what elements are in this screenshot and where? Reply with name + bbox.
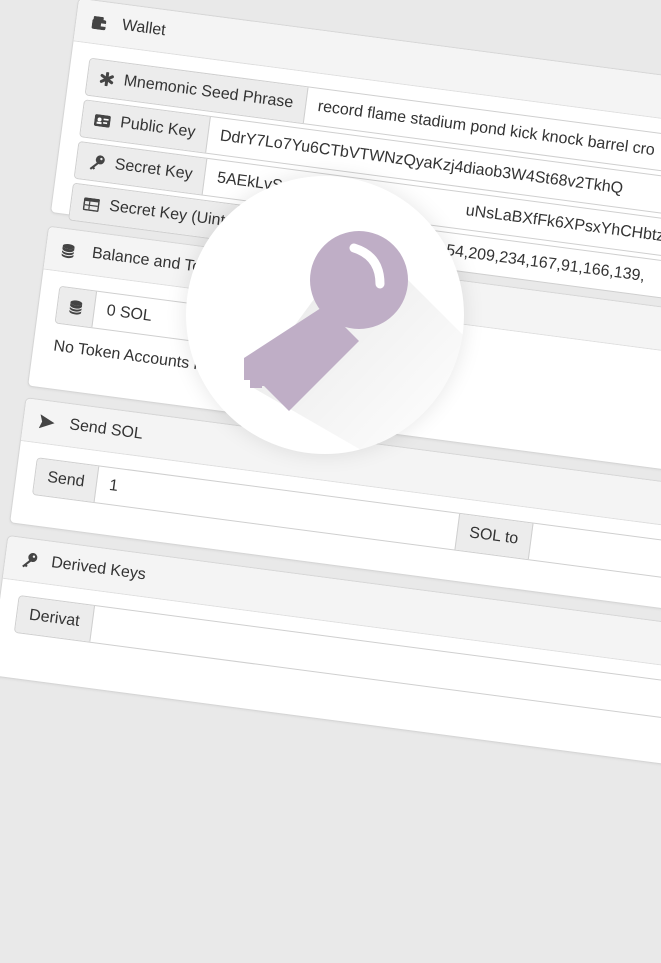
id-card-icon: [93, 114, 111, 128]
derived-keys-title: Derived Keys: [50, 554, 147, 584]
public-key-label-text: Public Key: [119, 114, 197, 142]
key-icon: [88, 154, 106, 172]
coins-icon: [69, 299, 83, 315]
key-badge: [186, 176, 464, 454]
send-label: Send: [33, 458, 100, 503]
recipient-input[interactable]: [529, 524, 661, 607]
balance-title: Balance and To: [90, 244, 203, 276]
wallet-title: Wallet: [120, 16, 167, 40]
wallet-icon: [91, 15, 115, 31]
sol-to-label: SOL to: [454, 513, 534, 560]
table-icon: [82, 196, 101, 212]
secret-key-label-text: Secret Key: [113, 155, 194, 184]
sol-balance-addon: [55, 286, 98, 328]
mnemonic-label-text: Mnemonic Seed Phrase: [122, 72, 295, 112]
secret-key-uint-label-text: Secret Key (Uint: [108, 197, 226, 230]
coins-icon: [61, 242, 85, 260]
key-icon: [244, 231, 464, 454]
asterisk-icon: [99, 71, 115, 87]
send-sol-title: Send SOL: [68, 416, 144, 443]
wallet-app-page: Wallet Mnemonic Seed Phrase record flame…: [0, 0, 661, 963]
key-icon: [20, 551, 44, 570]
send-icon: [38, 414, 63, 431]
derivation-label: Derivat: [14, 596, 95, 642]
